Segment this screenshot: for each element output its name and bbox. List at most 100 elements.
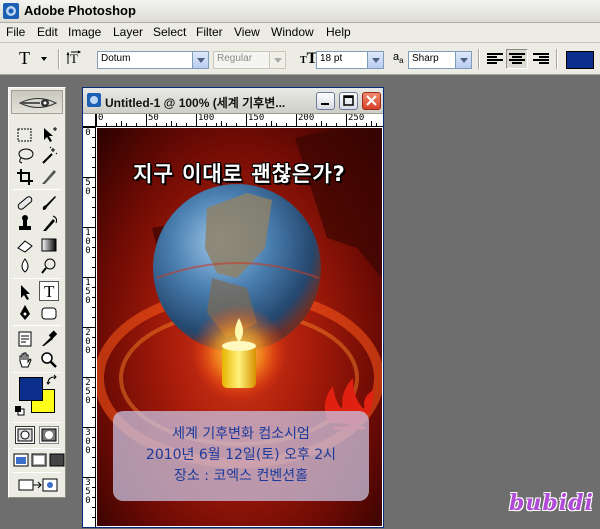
magic-wand-icon[interactable] (39, 146, 59, 166)
brush-tool-icon[interactable] (39, 193, 59, 213)
menu-window[interactable]: Window (271, 25, 314, 39)
poster-event-date: 2010년 6월 12일(토) 오후 2시 (145, 447, 337, 463)
eyedropper-tool-icon[interactable] (39, 329, 59, 349)
screen-mode-full-icon[interactable] (49, 452, 69, 472)
ruler-label: 250 (348, 114, 365, 123)
antialias-value: Sharp (412, 53, 439, 64)
photoshop-logo-icon (3, 3, 19, 19)
document-canvas[interactable]: 지구 이대로 괜찮은가? 세계 기후변화 컴소시엄 2010년 6월 12일(토… (97, 128, 382, 526)
separator (13, 278, 61, 279)
notes-tool-icon[interactable] (15, 329, 35, 349)
menu-edit[interactable]: Edit (37, 25, 58, 39)
type-tool-icon[interactable]: T (39, 281, 59, 301)
document-title: Untitled-1 @ 100% (세계 기후변... (105, 96, 286, 110)
eraser-tool-icon[interactable] (15, 235, 35, 255)
zoom-tool-icon[interactable] (39, 350, 59, 370)
poster-info-box[interactable]: 세계 기후변화 컴소시엄 2010년 6월 12일(토) 오후 2시 장소 : … (113, 411, 369, 501)
font-family-value: Dotum (101, 53, 131, 64)
foreground-color-swatch[interactable] (19, 377, 43, 401)
chevron-down-icon (367, 52, 383, 68)
feather-eye-icon (18, 98, 58, 108)
text-orientation-icon[interactable]: T (66, 50, 82, 66)
clone-stamp-icon[interactable] (15, 214, 35, 234)
ruler-label: 0 (85, 187, 91, 197)
separator (13, 372, 61, 373)
quick-mask-icon (41, 428, 57, 442)
close-button[interactable] (362, 92, 381, 110)
lasso-tool-icon[interactable] (15, 146, 35, 166)
font-family-select[interactable]: Dotum (97, 51, 209, 69)
ruler-label: 150 (248, 114, 265, 123)
font-style-select[interactable]: Regular (213, 51, 286, 69)
ruler-label: 0 (85, 128, 91, 138)
swap-colors-icon[interactable] (46, 374, 58, 386)
font-style-value: Regular (217, 53, 253, 64)
ruler-corner[interactable] (83, 114, 96, 127)
ruler-label: 0 (85, 496, 91, 506)
crop-tool-icon[interactable] (15, 167, 35, 187)
chevron-down-icon (269, 52, 285, 68)
ruler-label: 50 (148, 114, 159, 123)
standard-mode-button[interactable] (15, 426, 35, 444)
options-bar: T T Dotum Regular TT 18 pt aa Sharp (0, 43, 600, 75)
screen-mode-standard-icon[interactable] (13, 452, 33, 472)
maximize-button[interactable] (339, 92, 358, 110)
chevron-down-icon (41, 57, 47, 61)
ruler-label: 0 (85, 346, 91, 356)
font-size-select[interactable]: 18 pt (316, 51, 384, 69)
vertical-ruler[interactable]: 0 5 0 1 0 0 1 5 0 2 0 0 2 5 0 3 0 0 3 5 … (83, 127, 96, 527)
path-selection-icon[interactable] (15, 282, 35, 302)
shape-tool-icon[interactable] (39, 303, 59, 323)
standard-mode-icon (17, 428, 33, 442)
separator (13, 189, 61, 190)
ruler-label: 0 (85, 446, 91, 456)
ruler-label: 0 (85, 296, 91, 306)
poster-event-name: 세계 기후변화 컴소시엄 (172, 426, 310, 442)
slice-tool-icon[interactable] (39, 167, 59, 187)
menu-select[interactable]: Select (153, 25, 186, 39)
toolbox: T (8, 87, 66, 498)
quick-mask-mode-button[interactable] (39, 426, 59, 444)
poster-headline: 지구 이대로 괜찮은가? (133, 162, 346, 186)
default-colors-icon[interactable] (15, 406, 25, 416)
horizontal-ruler[interactable]: 0 50 100 150 200 250 (96, 114, 383, 127)
menu-filter[interactable]: Filter (196, 25, 223, 39)
document-icon (87, 93, 101, 107)
dodge-tool-icon[interactable] (39, 256, 59, 276)
marquee-tool-icon[interactable] (15, 125, 35, 145)
close-icon (366, 95, 377, 106)
healing-brush-icon[interactable] (15, 193, 35, 213)
jump-to-imageready-icon[interactable] (15, 476, 61, 496)
separator (13, 472, 61, 473)
toolbox-header[interactable] (11, 90, 63, 114)
history-brush-icon[interactable] (39, 214, 59, 234)
font-size-value: 18 pt (320, 53, 343, 64)
tool-preset-picker[interactable]: T (13, 48, 53, 69)
document-window: Untitled-1 @ 100% (세계 기후변... 0 50 100 15… (82, 87, 384, 528)
align-center-button[interactable] (506, 49, 528, 69)
menu-help[interactable]: Help (326, 25, 351, 39)
menu-bar: File Edit Image Layer Select Filter View… (0, 23, 600, 43)
menu-file[interactable]: File (6, 25, 25, 39)
screen-mode-full-menu-icon[interactable] (31, 452, 51, 472)
menu-layer[interactable]: Layer (113, 25, 143, 39)
ruler-label: 0 (98, 114, 104, 123)
document-title-bar[interactable]: Untitled-1 @ 100% (세계 기후변... (83, 88, 383, 114)
menu-image[interactable]: Image (68, 25, 101, 39)
menu-view[interactable]: View (234, 25, 260, 39)
gradient-tool-icon[interactable] (39, 235, 59, 255)
text-color-swatch[interactable] (566, 51, 594, 69)
move-tool-icon[interactable] (39, 125, 59, 145)
svg-text:T: T (70, 51, 78, 66)
antialias-select[interactable]: Sharp (408, 51, 472, 69)
maximize-icon (343, 95, 354, 106)
hand-tool-icon[interactable] (15, 350, 35, 370)
blur-tool-icon[interactable] (15, 256, 35, 276)
separator (556, 49, 558, 69)
align-left-icon[interactable] (487, 53, 503, 65)
pen-tool-icon[interactable] (15, 303, 35, 323)
separator (478, 49, 480, 69)
ruler-label: 200 (298, 114, 315, 123)
align-right-icon[interactable] (533, 53, 549, 65)
minimize-button[interactable] (316, 92, 335, 110)
